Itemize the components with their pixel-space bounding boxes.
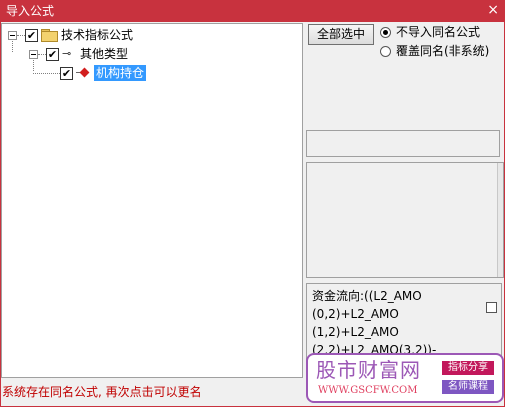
watermark-brand: 股市财富网 (316, 358, 421, 382)
collapse-expander-icon[interactable] (8, 30, 17, 40)
folder-icon (41, 29, 58, 42)
radio-unselected-icon[interactable] (380, 45, 391, 57)
preview-line: 资金流向:((L2_AMO (312, 289, 422, 303)
tree-node-label[interactable]: 技术指标公式 (61, 27, 133, 43)
preview-line: (1,2)+L2_AMO (312, 325, 399, 339)
radio-label[interactable]: 覆盖同名(非系统) (396, 43, 489, 59)
group-checkbox[interactable]: ✔ (46, 47, 59, 61)
tree-connector (38, 53, 46, 55)
tree-connector (17, 34, 25, 36)
formula-diamond-icon (76, 67, 90, 79)
formula-tree[interactable]: ✔ 技术指标公式 ✔ ⊸ 其他类型 ✔ 机构持仓 (1, 23, 303, 378)
watermark-url: WWW.GSCFW.COM (318, 385, 418, 396)
root-checkbox[interactable]: ✔ (25, 28, 38, 42)
radio-selected-icon[interactable] (380, 26, 391, 38)
scrollbar[interactable] (497, 163, 503, 277)
tree-node-group[interactable]: ✔ ⊸ 其他类型 (29, 45, 128, 63)
tree-connector (33, 72, 60, 74)
watermark-tag: 名师课程 (442, 380, 494, 394)
radio-overwrite-duplicates[interactable]: 覆盖同名(非系统) (380, 43, 489, 59)
tree-node-label[interactable]: 机构持仓 (94, 65, 147, 81)
tree-node-item[interactable]: ✔ 机构持仓 (33, 64, 147, 82)
radio-skip-duplicates[interactable]: 不导入同名公式 (380, 24, 480, 40)
watermark-logo: 股市财富网 WWW.GSCFW.COM 指标分享 名师课程 (306, 353, 504, 403)
watermark-tag: 指标分享 (442, 361, 494, 375)
preview-line: (0,2)+L2_AMO (312, 307, 399, 321)
tree-node-root[interactable]: ✔ 技术指标公式 (8, 26, 133, 44)
collapse-expander-icon[interactable] (29, 49, 38, 59)
key-icon: ⊸ (62, 47, 72, 60)
title-bar: 导入公式 × (0, 0, 505, 22)
item-checkbox[interactable]: ✔ (60, 66, 73, 80)
formula-description-area (306, 162, 504, 278)
status-message: 系统存在同名公式, 再次点击可以更名 (2, 385, 202, 399)
radio-label[interactable]: 不导入同名公式 (396, 24, 480, 40)
preview-checkbox[interactable] (486, 302, 497, 313)
tree-node-label[interactable]: 其他类型 (80, 46, 128, 62)
close-icon[interactable]: × (487, 2, 499, 18)
formula-name-field (306, 130, 500, 157)
window-title: 导入公式 (6, 4, 55, 18)
select-all-button[interactable]: 全部选中 (308, 24, 374, 45)
